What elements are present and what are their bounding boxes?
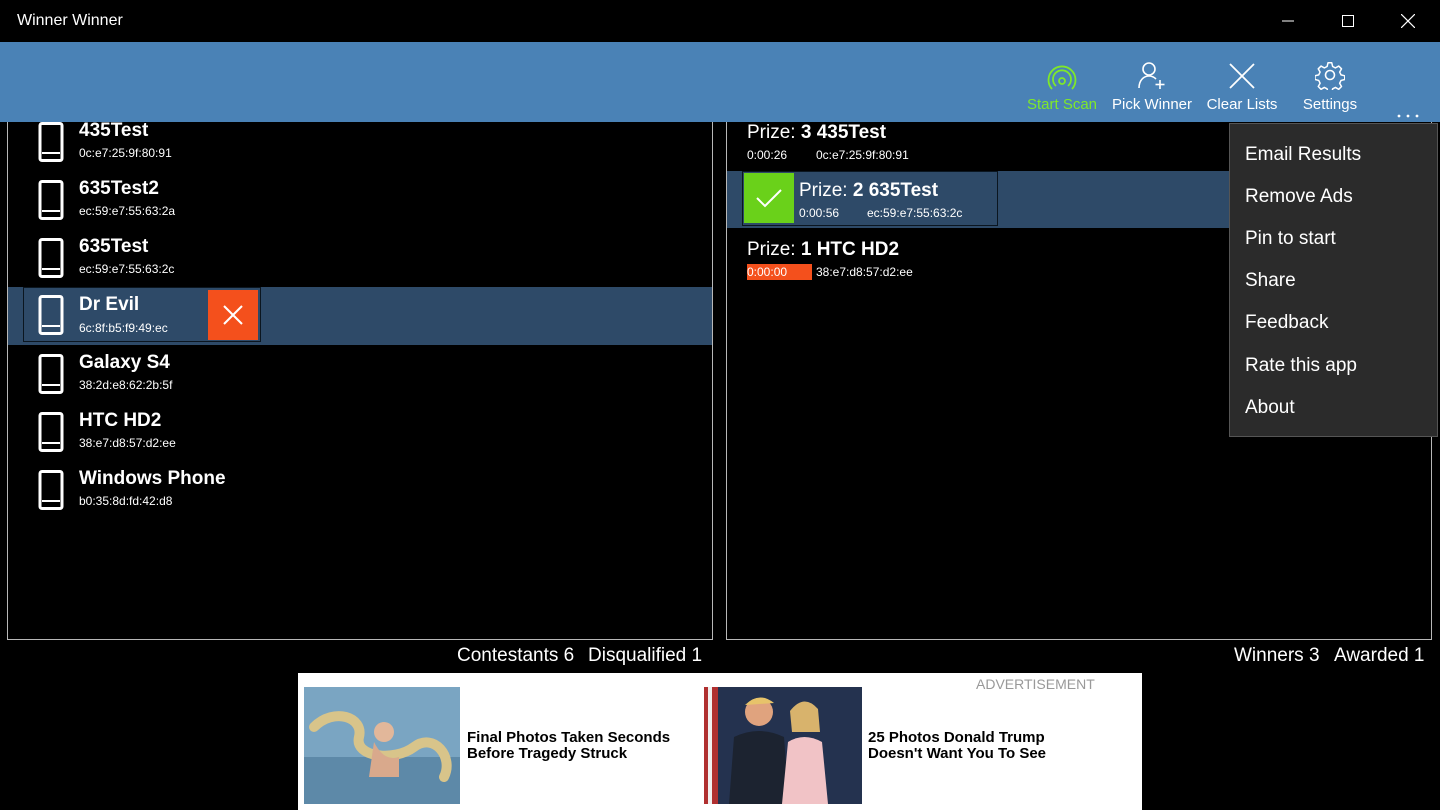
contestant-mac: 0c:e7:25:9f:80:91 [79,146,172,160]
menu-item-pin-to-start[interactable]: Pin to start [1245,228,1336,250]
ad-headline[interactable]: 25 Photos Donald Trump Doesn't Want You … [868,730,1098,762]
prize-time: 0:00:56 [799,206,840,220]
minimize-button[interactable] [1258,0,1318,42]
phone-icon [38,180,64,220]
contestant-mac: ec:59:e7:55:63:2a [79,204,176,218]
maximize-icon [1342,15,1354,27]
prize-time: 0:00:26 [747,148,788,162]
contestant-name: 635Test2 [79,178,159,199]
contestant-mac: ec:59:e7:55:63:2c [79,262,175,276]
prize-prefix: Prize: [799,180,848,201]
contestant-row[interactable]: 435Test 0c:e7:25:9f:80:91 [8,122,712,176]
prize-name: 2 635Test [852,180,939,201]
menu-item-share[interactable]: Share [1245,270,1296,292]
ad-image-snake[interactable] [304,687,460,804]
contestant-row[interactable]: HTC HD2 38:e7:d8:57:d2:ee [8,410,712,466]
menu-item-feedback[interactable]: Feedback [1245,312,1328,334]
add-person-icon [1138,62,1165,89]
contestant-row[interactable]: 635Test ec:59:e7:55:63:2c [8,236,712,292]
prize-mac: 38:e7:d8:57:d2:ee [816,265,913,279]
close-window-button[interactable] [1378,0,1438,42]
prize-prefix: Prize: [747,122,796,143]
prize-name: 3 435Test [800,122,887,143]
contestant-name: HTC HD2 [79,410,162,431]
start-scan-button[interactable]: Start Scan [1022,42,1102,122]
close-icon [223,305,243,325]
settings-label: Settings [1302,96,1358,113]
phone-icon [38,412,64,452]
maximize-button[interactable] [1318,0,1378,42]
prize-time-highlight: 0:00:00 [747,264,812,280]
prize-title: Prize: 2 635Test [799,180,938,202]
contestant-mac: 38:2d:e8:62:2b:5f [79,378,173,392]
phone-icon [38,354,64,394]
overflow-menu: Email Results Remove Ads Pin to start Sh… [1229,123,1438,437]
prize-title: Prize: 1 HTC HD2 [747,239,899,261]
ad-label: ADVERTISEMENT [976,676,1095,692]
contestants-list: 435Test 0c:e7:25:9f:80:91 635Test2 ec:59… [7,122,713,640]
prize-mac: 0c:e7:25:9f:80:91 [816,148,909,162]
command-bar: Start Scan Pick Winner Clear Lists Setti… [0,42,1440,122]
menu-item-email-results[interactable]: Email Results [1245,144,1361,166]
disqualified-count: Disqualified 1 [588,645,703,666]
contestant-mac: b0:35:8d:fd:42:d8 [79,494,173,508]
contestants-count: Contestants 6 [457,645,575,666]
close-icon [1401,14,1415,28]
menu-item-rate-app[interactable]: Rate this app [1245,355,1357,377]
contestant-name: Windows Phone [79,468,226,489]
disqualify-button[interactable] [208,290,258,340]
award-button[interactable] [744,173,794,223]
contestant-row-selected[interactable]: Dr Evil 6c:8f:b5:f9:49:ec [8,287,712,345]
ad-image-politician[interactable] [704,687,862,804]
contestant-mac: 6c:8f:b5:f9:49:ec [79,321,168,335]
gear-icon [1315,62,1345,90]
pick-winner-button[interactable]: Pick Winner [1108,42,1196,122]
contestant-name: 435Test [79,122,149,141]
start-scan-label: Start Scan [1026,96,1098,113]
contestant-name: Galaxy S4 [79,352,170,373]
contestant-name: 635Test [79,236,149,257]
phone-icon [38,238,64,278]
title-bar: Winner Winner [0,0,1440,42]
phone-icon [38,122,64,162]
prize-name: 1 HTC HD2 [800,239,900,260]
ad-headline[interactable]: Final Photos Taken Seconds Before Traged… [467,730,697,762]
contestant-row[interactable]: Galaxy S4 38:2d:e8:62:2b:5f [8,352,712,408]
contestant-name: Dr Evil [79,294,140,315]
settings-button[interactable]: Settings [1292,42,1368,122]
contestant-row[interactable]: 635Test2 ec:59:e7:55:63:2a [8,178,712,234]
contestant-mac: 38:e7:d8:57:d2:ee [79,436,176,450]
pick-winner-label: Pick Winner [1111,96,1193,113]
app-title: Winner Winner [17,12,123,29]
clear-icon [1229,63,1255,89]
menu-item-about[interactable]: About [1245,397,1295,419]
clear-lists-label: Clear Lists [1206,96,1278,113]
checkmark-icon [756,189,782,208]
contestant-row[interactable]: Windows Phone b0:35:8d:fd:42:d8 [8,468,712,524]
advertisement-banner[interactable]: ADVERTISEMENT Final Photos Taken Seconds… [298,673,1142,810]
prize-prefix: Prize: [747,239,796,260]
prize-title: Prize: 3 435Test [747,122,886,144]
wifi-scan-icon [1047,65,1077,90]
clear-lists-button[interactable]: Clear Lists [1202,42,1282,122]
winners-count: Winners 3 [1234,645,1320,666]
phone-icon [38,295,64,335]
minimize-icon [1282,20,1294,22]
awarded-count: Awarded 1 [1334,645,1425,666]
prize-mac: ec:59:e7:55:63:2c [867,206,963,220]
menu-item-remove-ads[interactable]: Remove Ads [1245,186,1353,208]
phone-icon [38,470,64,510]
